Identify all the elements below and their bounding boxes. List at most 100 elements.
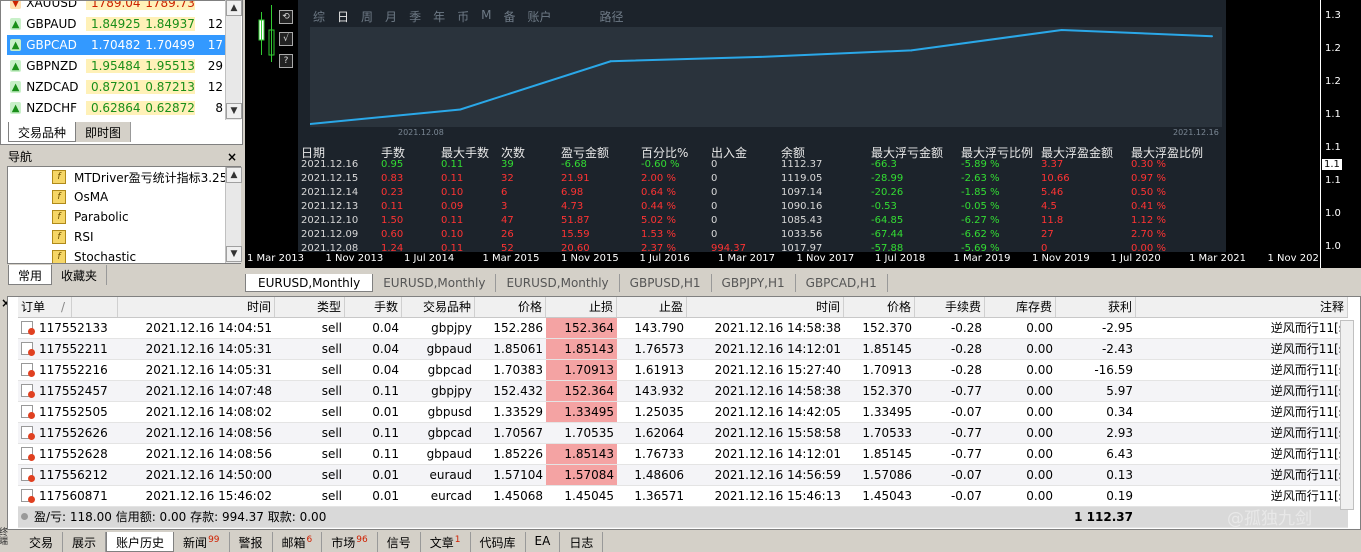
column-header[interactable]: 库存费 [985, 297, 1056, 317]
stats-cell: 0.30 % [1131, 159, 1166, 170]
sort-indicator-icon[interactable]: / [58, 297, 72, 317]
balance-curve-svg [309, 28, 1213, 125]
chart-tab[interactable]: GBPCAD,H1 [796, 274, 888, 292]
scroll-up-arrow-icon[interactable]: ▲ [226, 0, 242, 16]
terminal-tab[interactable]: 邮箱6 [273, 532, 323, 552]
column-header[interactable]: 交易品种 [402, 297, 475, 317]
terminal-tab[interactable]: 代码库 [471, 532, 526, 552]
navigator-scrollbar[interactable]: ▲ ▼ [225, 167, 242, 263]
summary-text: 盈/亏: 118.00 信用额: 0.00 存款: 994.37 取款: 0.0… [34, 510, 327, 524]
navigator-item[interactable]: f Parabolic [52, 207, 129, 227]
column-header[interactable]: 手续费 [915, 297, 985, 317]
cell-type: sell [321, 489, 342, 503]
scroll-up-arrow-icon[interactable]: ▲ [226, 167, 242, 183]
chart-tab[interactable]: GBPUSD,H1 [620, 274, 712, 292]
market-watch-row[interactable]: ▲ GBPNZD 1.95484 1.95513 29 [7, 56, 225, 76]
market-watch-row[interactable]: ▼ XAUUSD 1789.04 1789.73 [7, 1, 225, 13]
terminal-tab[interactable]: 文章1 [421, 532, 471, 552]
tab-symbols[interactable]: 交易品种 [8, 122, 77, 142]
market-watch-row[interactable]: ▲ NZDCHF 0.62864 0.62872 8 [7, 98, 225, 118]
column-header[interactable]: 止盈 [617, 297, 687, 317]
column-header[interactable]: 时间 [118, 297, 275, 317]
column-header[interactable]: 手数 [345, 297, 402, 317]
terminal-tab-label: 展示 [72, 536, 97, 550]
cell-comment: 逆风而行11[s [1270, 468, 1345, 482]
column-header[interactable]: 获利 [1056, 297, 1136, 317]
price-axis-label: 1.1 [1325, 142, 1341, 153]
terminal-tab[interactable]: 日志 [560, 532, 604, 552]
terminal-tab[interactable]: 展示 [63, 532, 107, 552]
navigator-item-label: OsMA [74, 190, 109, 204]
market-watch-scrollbar[interactable]: ▲ ▼ [225, 0, 242, 120]
column-header[interactable]: 价格 [844, 297, 915, 317]
arrow-up-icon: ▲ [10, 102, 22, 114]
column-header[interactable]: 时间 [687, 297, 844, 317]
close-icon[interactable]: × [227, 148, 237, 166]
plot-end-date: 2021.12.16 [1173, 128, 1219, 137]
stats-tab[interactable]: 账户 [527, 8, 551, 25]
rotate-icon[interactable]: ⟲ [279, 10, 293, 24]
table-row[interactable]: 117552505 2021.12.16 14:08:02 sell 0.01 gbpu… [18, 402, 1348, 423]
cell-profit: 0.13 [1106, 468, 1133, 482]
navigator-item[interactable]: f Stochastic [52, 247, 136, 263]
scroll-down-arrow-icon[interactable]: ▼ [226, 246, 242, 262]
stats-tab[interactable]: 年 [433, 8, 445, 25]
terminal-scrollbar[interactable] [1340, 320, 1354, 510]
navigator-item[interactable]: f MTDriver盈亏统计指标3.25 [52, 167, 227, 187]
stats-tab[interactable]: 周 [361, 8, 373, 25]
column-header[interactable]: 价格 [475, 297, 546, 317]
indicator-icon: f [52, 230, 66, 244]
terminal-tab[interactable]: 交易 [20, 532, 64, 552]
navigator-item[interactable]: f OsMA [52, 187, 108, 207]
table-row[interactable]: 117552628 2021.12.16 14:08:56 sell 0.11 gbpa… [18, 444, 1348, 465]
market-watch-row[interactable]: ▲ GBPAUD 1.84925 1.84937 12 [7, 14, 225, 34]
tab-tick-chart[interactable]: 即时图 [76, 122, 132, 142]
tab-common[interactable]: 常用 [8, 265, 53, 285]
terminal-tab[interactable]: 新闻99 [174, 532, 230, 552]
chart-tab[interactable]: EURUSD,Monthly [496, 274, 620, 292]
chart-tab[interactable]: GBPJPY,H1 [712, 274, 796, 292]
market-watch-row[interactable]: ▲ GBPCAD 1.70482 1.70499 17 [7, 35, 225, 55]
checkmark-icon[interactable]: √ [279, 32, 293, 46]
table-row[interactable]: 117552216 2021.12.16 14:05:31 sell 0.04 gbpc… [18, 360, 1348, 381]
column-header[interactable]: 注释 [1136, 297, 1348, 317]
column-header[interactable]: 止损 [546, 297, 617, 317]
stats-tab[interactable]: 季 [409, 8, 421, 25]
terminal-tab[interactable]: EA [526, 532, 561, 552]
table-row[interactable]: 117552626 2021.12.16 14:08:56 sell 0.11 gbpc… [18, 423, 1348, 444]
terminal-tab[interactable]: 警报 [230, 532, 273, 552]
stats-tab[interactable]: 日 [337, 8, 349, 25]
stats-tab[interactable]: 综 [313, 8, 325, 25]
stats-tab[interactable]: 路径 [600, 8, 624, 25]
help-icon[interactable]: ? [279, 54, 293, 68]
table-row[interactable]: 117556212 2021.12.16 14:50:00 sell 0.01 eura… [18, 465, 1348, 486]
terminal-tab[interactable]: 账户历史 [106, 532, 175, 552]
cell-swap: 0.00 [1026, 489, 1053, 503]
chart-tab[interactable]: EURUSD,Monthly [373, 274, 497, 292]
chart-tab[interactable]: EURUSD,Monthly [245, 274, 374, 292]
stats-cell: 0.95 [381, 159, 404, 170]
table-row[interactable]: 117552211 2021.12.16 14:05:31 sell 0.04 gbpa… [18, 339, 1348, 360]
stats-tab[interactable]: 币 [457, 8, 469, 25]
table-row[interactable]: 117552133 2021.12.16 14:04:51 sell 0.04 gbpj… [18, 318, 1348, 339]
symbol-name: NZDCAD [26, 80, 79, 94]
navigator-item[interactable]: f RSI [52, 227, 94, 247]
cell-open-price: 1.85226 [493, 447, 543, 461]
watermark: @孤独九剑 [1227, 509, 1312, 529]
column-header[interactable]: 类型 [275, 297, 345, 317]
stats-cell: -0.53 [871, 201, 897, 212]
terminal-tab[interactable]: 市场96 [322, 532, 378, 552]
table-row[interactable]: 117560871 2021.12.16 15:46:02 sell 0.01 eurc… [18, 486, 1348, 507]
bid-price: 1.70482 [90, 38, 141, 52]
scroll-down-arrow-icon[interactable]: ▼ [226, 103, 242, 119]
stats-tab[interactable]: M [481, 8, 491, 25]
chart-window-tabs: EURUSD,Monthly EURUSD,Monthly EURUSD,Month… [245, 272, 1361, 292]
stats-tab[interactable]: 月 [385, 8, 397, 25]
terminal-tab[interactable]: 信号 [378, 532, 421, 552]
arrow-down-icon: ▼ [10, 1, 22, 9]
table-row[interactable]: 117552457 2021.12.16 14:07:48 sell 0.11 gbpj… [18, 381, 1348, 402]
market-watch-row[interactable]: ▲ NZDCAD 0.87201 0.87213 12 [7, 77, 225, 97]
stats-cell: 0.64 % [641, 187, 676, 198]
tab-favorites[interactable]: 收藏夹 [52, 265, 108, 285]
stats-tab[interactable]: 备 [503, 8, 515, 25]
